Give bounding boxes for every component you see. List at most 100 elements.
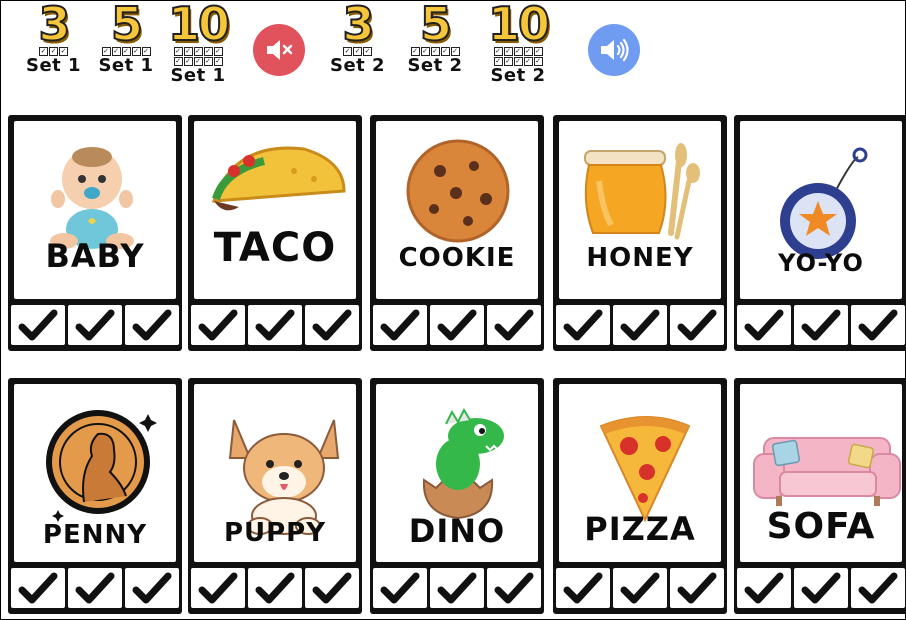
set-number: 5 xyxy=(419,0,453,51)
set-number: 10 xyxy=(167,0,231,51)
check-slot[interactable] xyxy=(125,568,179,608)
checkmark-icon xyxy=(744,309,784,341)
taco-icon xyxy=(211,146,346,211)
check-boxes: ✓ ✓ ✓ ✓ ✓ ✓ ✓ ✓ ✓ ✓ xyxy=(173,47,223,66)
checkmark-icon xyxy=(132,572,172,604)
card-word: PUPPY xyxy=(223,518,327,548)
card-sofa[interactable]: SOFA xyxy=(734,378,906,614)
set-label: Set 1 xyxy=(26,55,82,76)
check-slot[interactable] xyxy=(68,568,122,608)
check-slot[interactable] xyxy=(373,305,427,345)
card-yoyo[interactable]: YO-YO xyxy=(734,115,906,351)
check-row xyxy=(191,568,359,608)
card-word: COOKIE xyxy=(398,243,516,273)
checkmark-icon xyxy=(75,309,115,341)
card-dino[interactable]: DINO xyxy=(370,378,544,614)
check-row xyxy=(373,568,541,608)
check-slot[interactable] xyxy=(794,305,848,345)
check-slot[interactable] xyxy=(305,568,359,608)
card-puppy[interactable]: PUPPY xyxy=(188,378,362,614)
set-number: 3 xyxy=(38,0,72,51)
checkmark-icon xyxy=(312,309,352,341)
check-slot[interactable] xyxy=(305,305,359,345)
check-slot[interactable] xyxy=(373,568,427,608)
checkmark-icon xyxy=(437,572,477,604)
check-row xyxy=(11,305,179,345)
card-word: PIZZA xyxy=(584,510,696,548)
check-slot[interactable] xyxy=(487,305,541,345)
card-baby[interactable]: BABY xyxy=(8,115,182,351)
check-slot[interactable] xyxy=(68,305,122,345)
check-slot[interactable] xyxy=(613,305,667,345)
set-label: Set 1 xyxy=(98,55,154,76)
check-slot[interactable] xyxy=(430,305,484,345)
set-label: Set 1 xyxy=(170,65,226,86)
check-row xyxy=(11,568,179,608)
checkmark-icon xyxy=(132,309,172,341)
check-slot[interactable] xyxy=(737,305,791,345)
check-slot[interactable] xyxy=(851,568,905,608)
checkmark-icon xyxy=(563,309,603,341)
set-number: 3 xyxy=(342,0,376,51)
card-word: PENNY xyxy=(42,520,148,550)
check-slot[interactable] xyxy=(11,305,65,345)
check-slot[interactable] xyxy=(191,305,245,345)
checkmark-icon xyxy=(677,309,717,341)
checkmark-icon xyxy=(858,309,898,341)
card-pizza[interactable]: PIZZA xyxy=(553,378,727,614)
check-slot[interactable] xyxy=(851,305,905,345)
set2-10-button[interactable]: 10 ✓ ✓ ✓ ✓ ✓ ✓ ✓ ✓ ✓ ✓ Set 2 xyxy=(487,0,551,85)
checkmark-icon xyxy=(494,572,534,604)
checkmark-icon xyxy=(18,309,58,341)
check-slot[interactable] xyxy=(248,568,302,608)
set-label: Set 2 xyxy=(407,55,463,76)
checkmark-icon xyxy=(18,572,58,604)
checkmark-icon xyxy=(75,572,115,604)
checkmark-icon xyxy=(858,572,898,604)
check-row xyxy=(737,568,905,608)
check-row xyxy=(373,305,541,345)
check-slot[interactable] xyxy=(125,305,179,345)
checkmark-icon xyxy=(494,309,534,341)
checkmark-icon xyxy=(563,572,603,604)
check-slot[interactable] xyxy=(430,568,484,608)
mute-button[interactable] xyxy=(253,24,305,76)
check-slot[interactable] xyxy=(670,568,724,608)
check-slot[interactable] xyxy=(11,568,65,608)
card-face xyxy=(194,121,356,299)
card-word: TACO xyxy=(213,225,337,271)
check-slot[interactable] xyxy=(248,305,302,345)
card-honey[interactable]: HONEY xyxy=(553,115,727,351)
check-slot[interactable] xyxy=(737,568,791,608)
card-cookie[interactable]: COOKIE xyxy=(370,115,544,351)
checkmark-icon xyxy=(255,572,295,604)
card-word: SOFA xyxy=(766,506,876,547)
card-word: DINO xyxy=(408,512,506,550)
set1-3-button[interactable]: 3 ✓ ✓ ✓ Set 1 xyxy=(26,0,82,76)
checkmark-icon xyxy=(620,572,660,604)
check-row xyxy=(191,305,359,345)
set2-3-button[interactable]: 3 ✓ ✓ ✓ Set 2 xyxy=(330,0,385,75)
set1-10-button[interactable]: 10 ✓ ✓ ✓ ✓ ✓ ✓ ✓ ✓ ✓ ✓ Set 1 xyxy=(167,0,231,86)
card-penny[interactable]: PENNY xyxy=(8,378,182,614)
check-row xyxy=(737,305,905,345)
check-slot[interactable] xyxy=(613,568,667,608)
checkmark-icon xyxy=(312,572,352,604)
check-slot[interactable] xyxy=(794,568,848,608)
checkmark-icon xyxy=(255,309,295,341)
set2-5-button[interactable]: 5 ✓ ✓ ✓ ✓ ✓ Set 2 xyxy=(404,0,466,76)
check-slot[interactable] xyxy=(670,305,724,345)
check-slot[interactable] xyxy=(191,568,245,608)
set1-5-button[interactable]: 5 ✓ ✓ ✓ ✓ ✓ Set 1 xyxy=(95,0,157,76)
sound-button[interactable] xyxy=(588,24,640,76)
card-word: YO-YO xyxy=(778,249,864,277)
check-slot[interactable] xyxy=(556,305,610,345)
check-slot[interactable] xyxy=(556,568,610,608)
checkmark-icon xyxy=(198,572,238,604)
checkmark-icon xyxy=(801,309,841,341)
checkmark-icon xyxy=(380,309,420,341)
card-taco[interactable]: TACO xyxy=(188,115,362,351)
set-number: 5 xyxy=(110,0,144,51)
speaker-muted-icon xyxy=(267,40,293,60)
check-slot[interactable] xyxy=(487,568,541,608)
